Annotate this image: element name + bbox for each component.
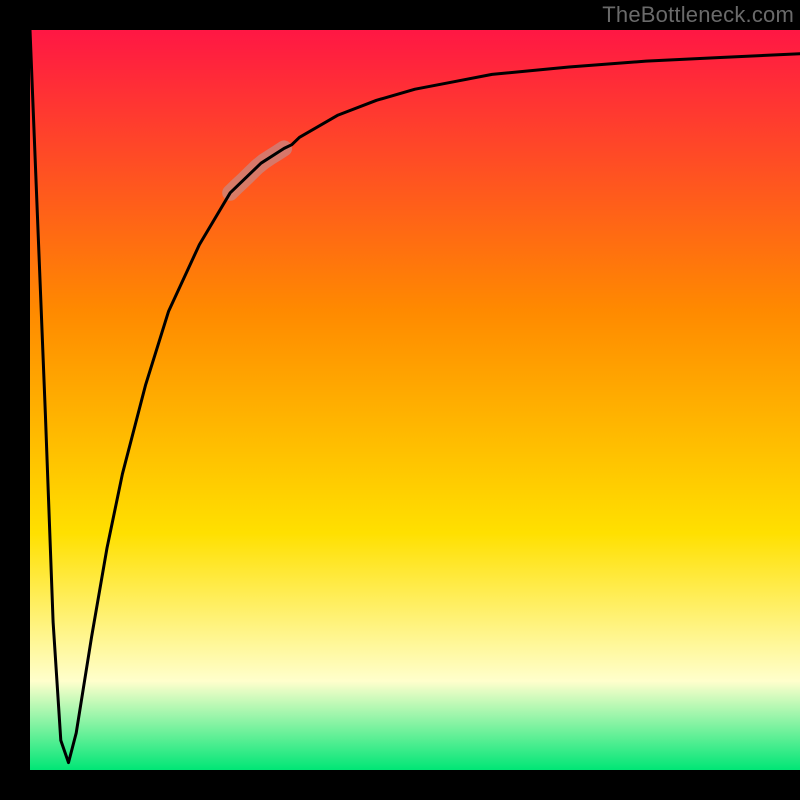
bottleneck-chart	[0, 0, 800, 800]
frame-bottom	[0, 770, 800, 800]
frame-left	[0, 0, 30, 800]
plot-background	[30, 30, 800, 770]
attribution-label: TheBottleneck.com	[602, 2, 794, 28]
chart-container: TheBottleneck.com	[0, 0, 800, 800]
